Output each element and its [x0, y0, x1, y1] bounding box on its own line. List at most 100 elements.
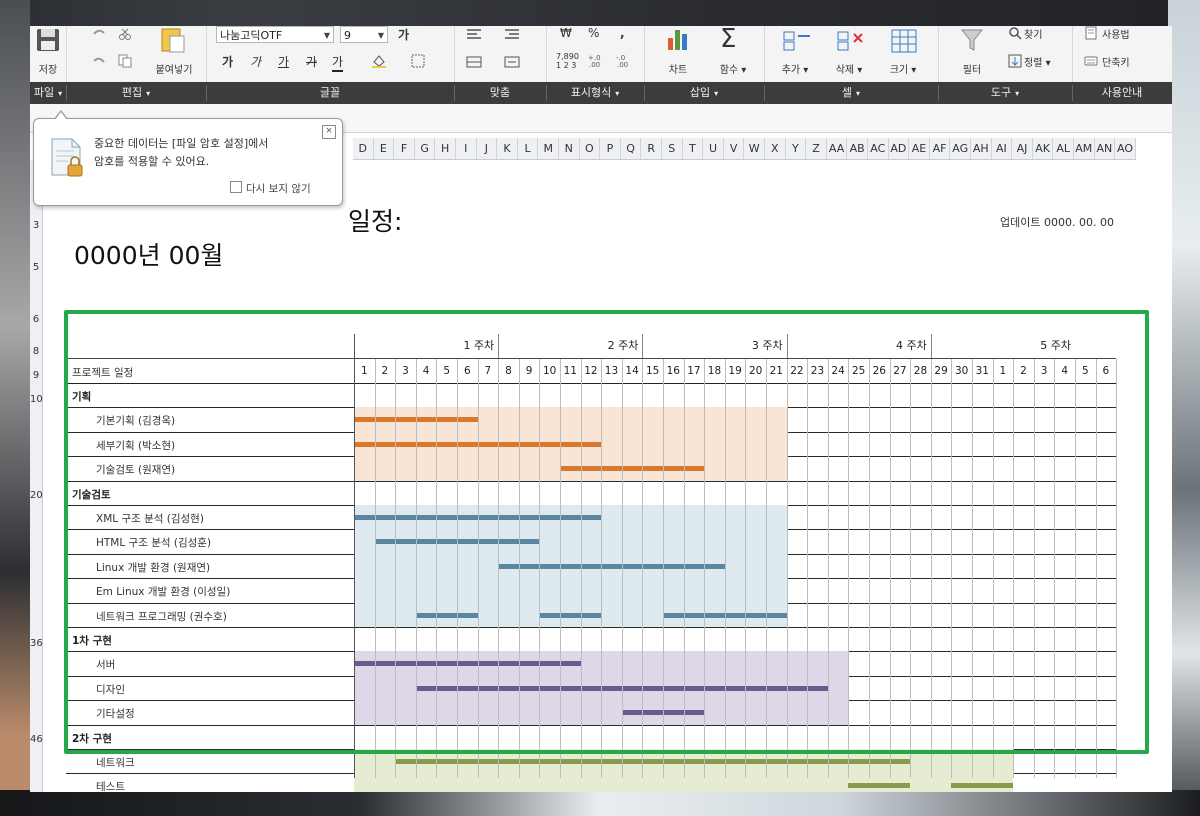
column-header-cell[interactable]: AC — [868, 138, 889, 160]
save-button[interactable]: 저장 — [30, 61, 66, 76]
column-header-cell[interactable]: F — [394, 138, 415, 160]
column-header-cell[interactable]: X — [765, 138, 786, 160]
task-label[interactable]: 세부기획 (박소현) — [96, 438, 175, 453]
chart-icon[interactable] — [666, 26, 692, 55]
font-name-select[interactable]: 나눔고딕OTF ▼ — [216, 26, 334, 43]
column-header-cell[interactable]: AN — [1094, 138, 1116, 160]
underline-button[interactable]: 가 — [278, 53, 289, 70]
column-header-cell[interactable]: AF — [929, 138, 951, 160]
task-bar[interactable] — [848, 783, 911, 789]
task-label[interactable]: 기본기획 (김경옥) — [96, 413, 175, 428]
row-number[interactable]: 3 — [30, 220, 42, 231]
strikethrough-button[interactable]: 가 — [306, 53, 317, 70]
column-header-cell[interactable]: U — [703, 138, 724, 160]
column-header-cell[interactable]: S — [662, 138, 683, 160]
comma-button[interactable]: , — [620, 26, 625, 40]
column-header-cell[interactable]: V — [723, 138, 745, 160]
column-header-cell[interactable]: AK — [1032, 138, 1054, 160]
ribbon-group-label[interactable]: 파일 ▾ — [30, 82, 66, 104]
search-icon[interactable] — [1008, 26, 1022, 43]
function-button[interactable]: 함수 ▾ — [708, 61, 758, 76]
fill-color-icon[interactable] — [371, 54, 387, 71]
delete-cells-button[interactable]: 삭제 ▾ — [826, 61, 872, 76]
task-label[interactable]: 기타설정 — [96, 706, 135, 721]
wrap-text-icon[interactable] — [504, 56, 520, 71]
column-header-cell[interactable]: H — [435, 138, 456, 160]
shortcut-button[interactable]: 단축키 — [1102, 54, 1130, 69]
row-number[interactable]: 10 — [30, 394, 43, 405]
copy-icon[interactable] — [118, 54, 132, 71]
task-label[interactable]: 네트워크 프로그래밍 (권수호) — [96, 609, 227, 624]
column-header-cell[interactable]: AJ — [1012, 138, 1033, 160]
sort-button[interactable]: 정렬 ▾ — [1024, 54, 1051, 69]
column-header-cell[interactable]: AG — [950, 138, 971, 160]
cell-size-button[interactable]: 크기 ▾ — [880, 61, 926, 76]
task-label[interactable]: 디자인 — [96, 682, 125, 697]
task-label[interactable]: HTML 구조 분석 (김성훈) — [96, 535, 211, 550]
merge-icon[interactable] — [466, 56, 482, 71]
usage-button[interactable]: 사용법 — [1102, 26, 1130, 41]
column-header-cell[interactable]: N — [559, 138, 580, 160]
cell-size-icon[interactable] — [890, 28, 918, 57]
undo-icon[interactable] — [92, 28, 106, 41]
ribbon-group-label[interactable]: 편집 ▾ — [66, 82, 206, 104]
column-header-cell[interactable]: AA — [826, 138, 848, 160]
task-bar[interactable] — [395, 759, 911, 764]
ribbon-group-label[interactable]: 셀 ▾ — [764, 82, 938, 104]
ribbon-group-label[interactable]: 표시형식 ▾ — [546, 82, 644, 104]
column-header-cell[interactable]: L — [517, 138, 539, 160]
border-icon[interactable] — [411, 54, 425, 71]
column-header-cell[interactable]: R — [641, 138, 662, 160]
task-label[interactable]: 기술검토 (원재연) — [96, 462, 175, 477]
decrease-decimal-icon[interactable]: -.0.00 — [616, 54, 634, 71]
column-header-cell[interactable]: O — [579, 138, 601, 160]
column-header-cell[interactable]: AI — [991, 138, 1013, 160]
close-icon[interactable]: × — [322, 125, 336, 139]
insert-cells-icon[interactable] — [782, 30, 812, 57]
task-bar[interactable] — [415, 612, 478, 618]
filter-button[interactable]: 필터 — [950, 61, 994, 76]
task-label[interactable]: XML 구조 분석 (김성현) — [96, 511, 204, 526]
column-header-cell[interactable]: E — [373, 138, 395, 160]
align-left-icon[interactable] — [466, 28, 482, 43]
row-number[interactable]: 46 — [30, 734, 43, 745]
percent-button[interactable]: % — [588, 26, 599, 40]
filter-icon[interactable] — [960, 28, 984, 55]
dont-show-again-checkbox[interactable]: 다시 보지 않기 — [230, 181, 311, 196]
task-label[interactable]: Em Linux 개발 환경 (이성일) — [96, 584, 230, 599]
column-header-cell[interactable]: I — [456, 138, 477, 160]
paste-button[interactable]: 붙여넣기 — [144, 61, 204, 76]
italic-button[interactable]: 가 — [250, 53, 261, 70]
column-header-cell[interactable]: AB — [847, 138, 868, 160]
column-header-cell[interactable]: Q — [620, 138, 642, 160]
column-header-cell[interactable]: AE — [909, 138, 930, 160]
column-header-cell[interactable]: K — [497, 138, 518, 160]
column-header-cell[interactable]: W — [744, 138, 765, 160]
column-header-cell[interactable]: AH — [971, 138, 992, 160]
currency-button[interactable]: ₩ — [560, 26, 572, 40]
bold-button-2[interactable]: 가 — [222, 53, 233, 70]
task-bar[interactable] — [539, 612, 602, 618]
paste-icon[interactable] — [158, 26, 186, 57]
keyboard-icon[interactable] — [1084, 54, 1098, 71]
row-number[interactable]: 5 — [30, 262, 42, 273]
sort-icon[interactable] — [1008, 54, 1022, 71]
find-button[interactable]: 찾기 — [1024, 26, 1042, 41]
chart-button[interactable]: 차트 — [658, 61, 698, 76]
task-bar[interactable] — [498, 563, 725, 569]
ribbon-group-label[interactable]: 도구 ▾ — [938, 82, 1072, 104]
column-header-cell[interactable]: J — [476, 138, 498, 160]
font-size-select[interactable]: 9 ▼ — [340, 26, 388, 43]
row-number[interactable]: 8 — [30, 346, 42, 357]
number-format-button[interactable]: 7,890 1 2 3 — [556, 52, 579, 70]
row-number[interactable]: 9 — [30, 370, 42, 381]
column-header-cell[interactable]: M — [538, 138, 559, 160]
ribbon-group-label[interactable]: 삽입 ▾ — [644, 82, 764, 104]
cut-icon[interactable] — [118, 28, 132, 43]
row-number[interactable]: 20 — [30, 490, 43, 501]
redo-icon[interactable] — [92, 56, 106, 69]
bold-button[interactable]: 가 — [398, 26, 409, 43]
column-header-cell[interactable]: AM — [1074, 138, 1095, 160]
column-header-cell[interactable]: AL — [1053, 138, 1074, 160]
column-header-cell[interactable]: AD — [888, 138, 910, 160]
